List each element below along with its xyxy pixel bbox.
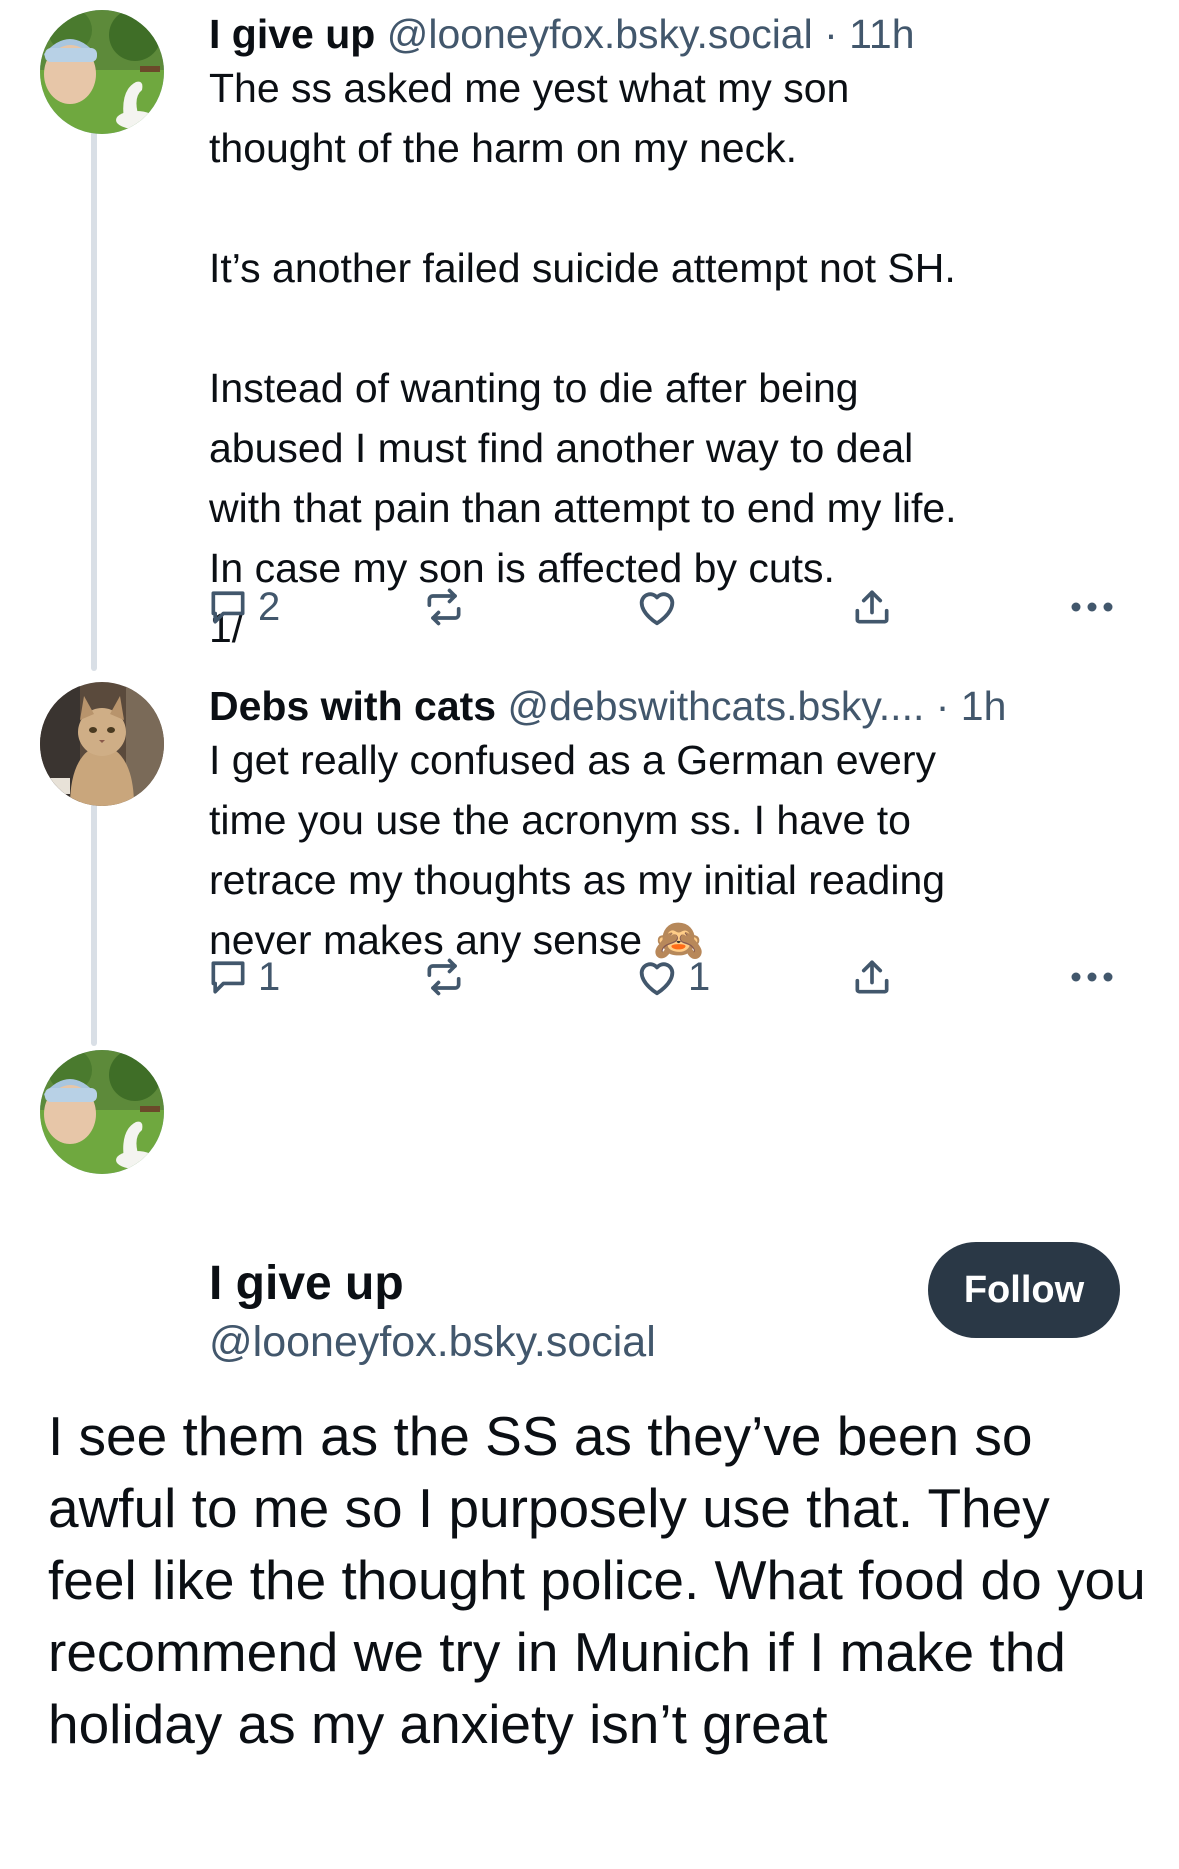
more-dots-icon	[1068, 967, 1116, 987]
thread-line	[91, 126, 97, 671]
more-options-button[interactable]	[1068, 582, 1116, 632]
post-header: I give up @looneyfox.bsky.social · 11h	[209, 10, 915, 58]
heart-icon	[634, 584, 680, 630]
author-name[interactable]: Debs with cats	[209, 683, 496, 729]
share-button[interactable]	[850, 582, 894, 632]
repost-icon	[422, 955, 466, 999]
author-name[interactable]: I give up	[209, 11, 375, 57]
post-text: The ss asked me yest what my son thought…	[209, 65, 957, 651]
follow-button[interactable]: Follow	[928, 1242, 1120, 1338]
repost-button[interactable]	[422, 582, 466, 632]
avatar[interactable]	[40, 682, 164, 806]
like-count: 1	[688, 954, 711, 999]
post-actions: 1 1	[206, 952, 1116, 1002]
main-post-text: I see them as the SS as they’ve been so …	[48, 1405, 1146, 1755]
author-handle[interactable]: @debswithcats.bsky....	[508, 683, 925, 729]
author-name[interactable]: I give up	[209, 1256, 404, 1312]
post-actions: 2	[206, 582, 1116, 632]
thread-line	[91, 798, 97, 1042]
reply-button[interactable]: 2	[206, 582, 280, 632]
reply-count: 2	[258, 584, 281, 629]
share-icon	[850, 585, 894, 629]
like-button[interactable]: 1	[634, 952, 710, 1002]
share-button[interactable]	[850, 952, 894, 1002]
more-options-button[interactable]	[1068, 952, 1116, 1002]
avatar[interactable]	[40, 1050, 164, 1174]
reply-button[interactable]: 1	[206, 952, 280, 1002]
thread-line	[91, 1026, 97, 1046]
avatar[interactable]	[40, 10, 164, 134]
author-handle[interactable]: @looneyfox.bsky.social	[387, 11, 813, 57]
like-button[interactable]	[634, 582, 688, 632]
repost-icon	[422, 585, 466, 629]
repost-button[interactable]	[422, 952, 466, 1002]
reply-bubble-icon	[206, 585, 250, 629]
author-handle[interactable]: @looneyfox.bsky.social	[209, 1316, 656, 1368]
heart-icon	[634, 954, 680, 1000]
post-time[interactable]: 11h	[849, 11, 914, 57]
post-time[interactable]: 1h	[961, 683, 1007, 729]
share-icon	[850, 955, 894, 999]
post-header: Debs with cats @debswithcats.bsky.... · …	[209, 682, 1006, 730]
reply-bubble-icon	[206, 955, 250, 999]
reply-count: 1	[258, 954, 281, 999]
post-text: I get really confused as a German every …	[209, 737, 946, 963]
separator: ·	[812, 11, 850, 57]
separator: ·	[924, 683, 961, 729]
more-dots-icon	[1068, 597, 1116, 617]
